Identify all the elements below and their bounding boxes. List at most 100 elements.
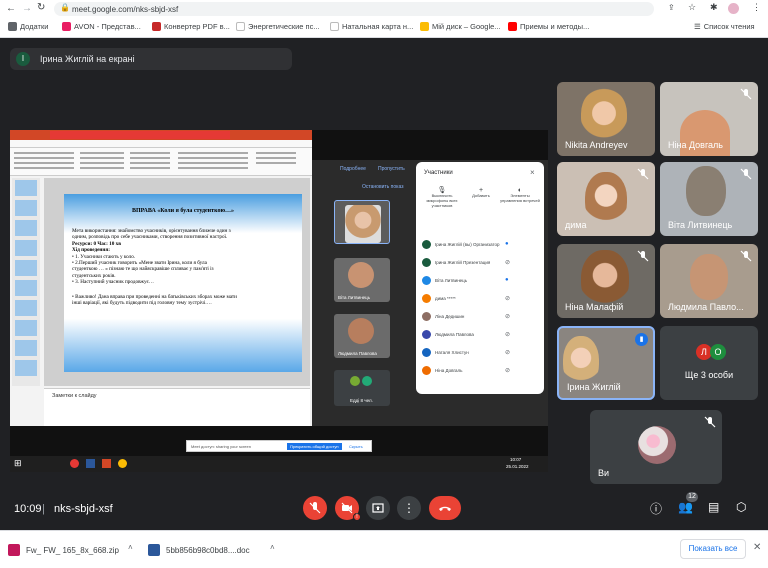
bookmark-apps[interactable]: Додатки [8,22,48,31]
ribbon-lines [80,152,124,154]
chevron-up-icon[interactable]: ˄ [270,543,275,552]
participant-name: дима ***** [435,295,456,301]
chevron-up-icon[interactable]: ˄ [128,543,133,552]
close-icon[interactable]: ✕ [753,542,761,553]
slide-thumb[interactable] [15,280,37,296]
participant-tile[interactable]: Ніна Довгаль [660,82,758,156]
meeting-info-icon[interactable]: ⓘ [650,500,662,517]
participant-tile-speaking[interactable]: ▮ Ірина Жиглій [557,326,655,400]
reload-icon[interactable]: ↻ [37,2,45,13]
participant-row[interactable]: Ірина Жиглій Презентация ⊘ [422,254,540,270]
bookmark-natal[interactable]: Натальная карта н... [330,22,413,31]
bookmark-avon[interactable]: AVON - Представ... [62,22,141,31]
page-icon [330,22,339,31]
leave-call-button[interactable] [429,496,461,520]
participant-row[interactable]: дима ***** ⊘ [422,290,540,306]
word-icon[interactable] [86,459,95,468]
slide-thumb[interactable] [15,300,37,316]
ppt-menu-tabs [10,140,312,148]
drive-icon [420,22,429,31]
participant-name: Ніна Довгаль [435,367,463,373]
participant-name: Ліна Дедишин [435,313,465,319]
bookmark-drive[interactable]: Мій диск – Google... [420,22,501,31]
people-icon[interactable]: 👥 [678,500,693,514]
ribbon-lines [178,152,248,154]
activities-icon[interactable]: ⬡ [736,500,746,514]
reading-list[interactable]: ☰ Список чтения [694,22,755,31]
mute-icon: ⊘ [505,331,511,338]
powerpoint-icon[interactable] [102,459,111,468]
participant-name: Людмила Павлова [435,331,474,337]
hide-button[interactable]: Скрыть [349,444,363,449]
slide-thumb[interactable] [15,260,37,276]
show-all-button[interactable]: Показать все [680,539,746,559]
participant-avatar [422,239,431,249]
mini-tile-1: Віта Литвинець [334,258,390,302]
opera-icon[interactable] [70,459,79,468]
participant-row[interactable]: Наталя Хлистун ⊘ [422,344,540,360]
participant-row[interactable]: Людмила Павлова ⊘ [422,326,540,342]
close-icon[interactable]: × [530,168,535,177]
meet-area: І Ірина Жиглій на екрані Подробнее Пропу… [0,38,768,530]
participant-tile[interactable]: Людмила Павло... [660,244,758,318]
chat-icon[interactable]: ▤ [708,500,719,514]
download-item[interactable]: 5bb856b98c0bd8....doc [148,539,278,561]
lock-icon: 🔒 [60,3,70,12]
forward-icon[interactable]: → [22,3,32,14]
profile-avatar[interactable] [728,3,739,14]
action-label: Добавить [472,193,490,198]
bookmark-energy[interactable]: Энергетические пс... [236,22,320,31]
download-item[interactable]: Fw_ FW_ 165_8x_668.zip [8,539,138,561]
participant-tile[interactable]: Ніна Малафій [557,244,655,318]
share-notice-text: Meet доступ: sharing your screen [191,444,251,449]
add-action[interactable]: + Добавить [466,187,496,198]
notes-label: Заметки к слайду [52,393,97,399]
mini-face [348,318,374,344]
slide-thumb[interactable] [15,220,37,236]
mic-off-icon [637,168,649,180]
back-icon[interactable]: ← [6,3,16,14]
participant-row[interactable]: Ірина Жиглій (вы) Организатор ● [422,236,540,252]
star-icon[interactable]: ☆ [688,2,696,13]
chrome-icon[interactable] [118,459,127,468]
extensions-icon[interactable]: ✱ [710,2,718,13]
more-participants-tile[interactable]: Л О Ще 3 особи [660,326,758,400]
slide-thumb[interactable] [15,340,37,356]
present-screen-button[interactable] [366,496,390,520]
notes-pane[interactable]: Заметки к слайду [44,388,310,426]
camera-toggle-button[interactable]: ! [335,496,361,521]
participant-tile[interactable]: дима [557,162,655,236]
bookmark-label: Мій диск – Google... [432,22,501,31]
participant-row[interactable]: Ніна Довгаль ⊘ [422,362,540,378]
meeting-code: nks-sbjd-xsf [54,503,113,515]
controls-action[interactable]: ◐ Элементы управления встречей [500,187,540,203]
participant-name: Ірина Жиглій (вы) Организатор [435,241,500,247]
url-field[interactable]: 🔒 meet.google.com/nks-sbjd-xsf [54,2,654,16]
participant-tile[interactable]: Nikita Andreyev [557,82,655,156]
slide-thumb[interactable] [15,180,37,196]
windows-start-icon[interactable]: ⊞ [14,458,22,469]
participant-row[interactable]: Віта Литвинець ● [422,272,540,288]
more-participants-label: Ще 3 особи [684,370,734,380]
slide-thumb[interactable] [15,200,37,216]
bookmark-pdf[interactable]: Конвертер PDF в... [152,22,230,31]
slide-line: • 3. Наступний учасник продовжує… [72,279,154,286]
menu-icon[interactable]: ⋮ [752,2,761,13]
mute-all-action[interactable]: 🎙 Выключить микрофоны всех участников [422,187,462,208]
share-icon[interactable]: ⇪ [668,3,675,12]
more-options-button[interactable]: ⋮ [397,496,421,520]
slide-thumbnails [12,178,40,386]
slide-thumb[interactable] [15,240,37,256]
mic-toggle-button[interactable] [303,496,327,520]
bookmark-youtube[interactable]: Приемы и методы... [508,22,589,31]
participant-face [581,250,629,310]
share-notice: Meet доступ: sharing your screen Прекрат… [186,440,372,452]
stop-sharing-button[interactable]: Прекратить общий доступ [287,443,342,450]
self-avatar [638,426,676,464]
self-tile[interactable]: Ви [590,410,722,484]
participant-tile[interactable]: Віта Литвинець [660,162,758,236]
slide-thumb[interactable] [15,360,37,376]
mute-icon: ⊘ [505,259,511,266]
slide-thumb[interactable] [15,320,37,336]
participant-row[interactable]: Ліна Дедишин ⊘ [422,308,540,324]
